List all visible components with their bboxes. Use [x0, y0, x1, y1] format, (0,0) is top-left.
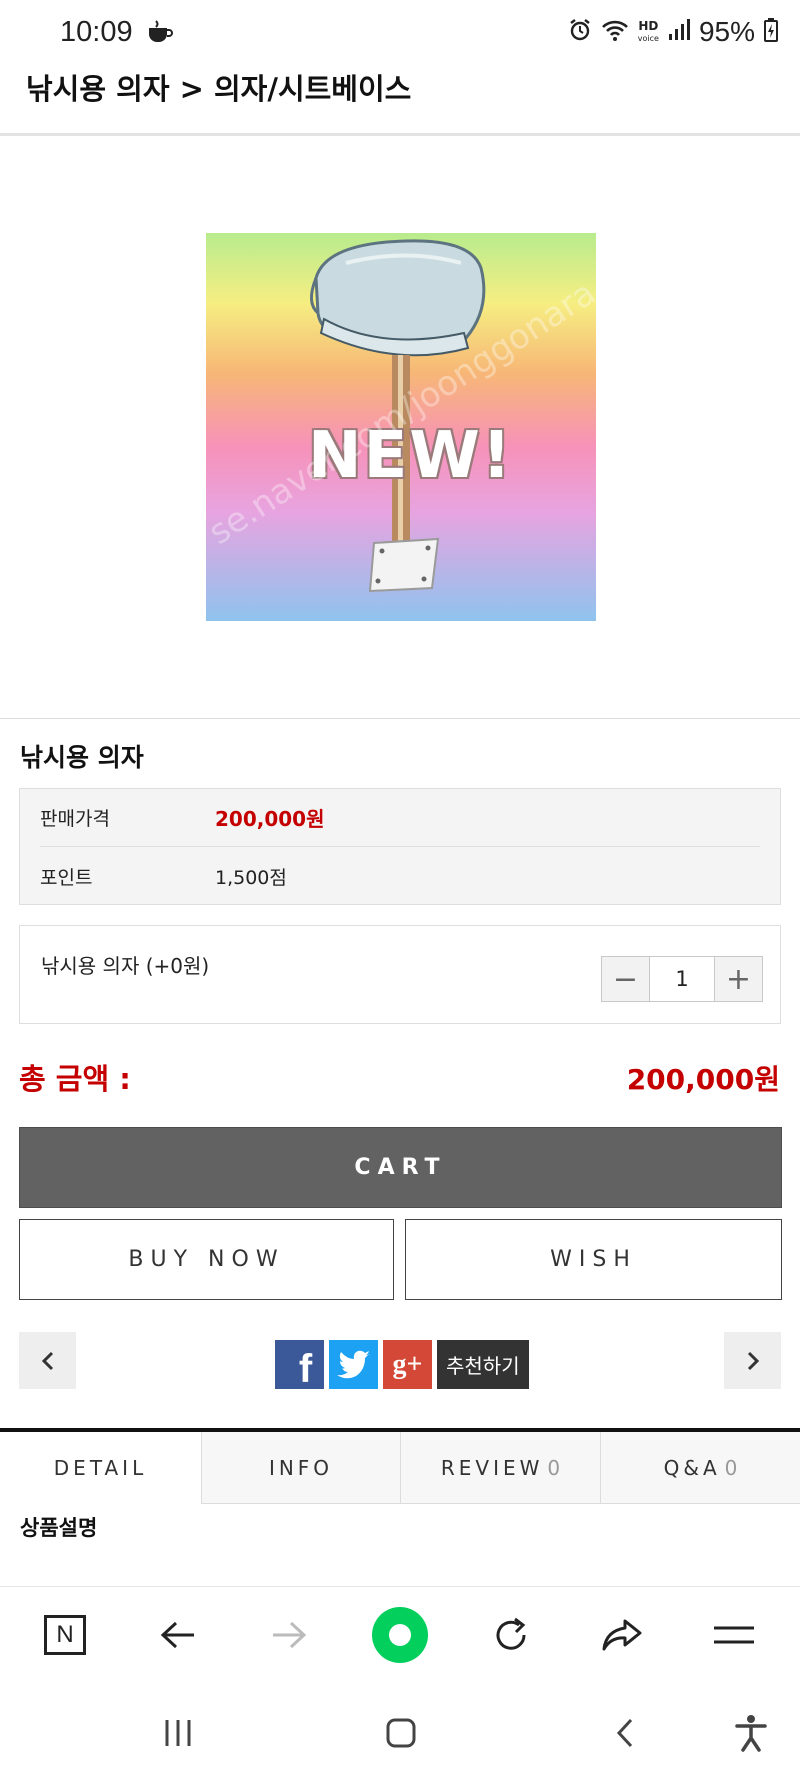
- quantity-stepper: − 1 +: [601, 956, 763, 1002]
- tab-count: 0: [724, 1455, 738, 1480]
- option-label: 낚시용 의자 (+0원): [41, 954, 210, 978]
- back-button[interactable]: [148, 1605, 208, 1665]
- status-time: 10:09: [60, 15, 133, 48]
- share-buttons: f g+ 추천하기: [275, 1340, 529, 1391]
- signal-icon: [668, 16, 690, 49]
- home-button[interactable]: [376, 1708, 426, 1758]
- share-arrow-icon: [602, 1619, 642, 1651]
- recent-apps-icon: [165, 1720, 191, 1746]
- naver-green-dot-button[interactable]: [370, 1605, 430, 1665]
- facebook-icon: f: [298, 1347, 313, 1391]
- product-name: 낚시용 의자: [20, 743, 144, 772]
- voice-label: voice: [637, 33, 659, 43]
- price-label: 판매가격: [40, 808, 110, 830]
- reload-button[interactable]: [481, 1605, 541, 1665]
- header-divider: [0, 133, 800, 136]
- tab-info[interactable]: INFO: [202, 1432, 401, 1504]
- price-row: 판매가격 200,000원: [40, 789, 760, 847]
- accessibility-button[interactable]: [726, 1708, 776, 1758]
- tab-detail[interactable]: DETAIL: [0, 1432, 202, 1504]
- recent-apps-button[interactable]: [153, 1708, 203, 1758]
- previous-product-button[interactable]: [19, 1332, 76, 1389]
- cart-button[interactable]: CART: [19, 1127, 782, 1208]
- forward-button[interactable]: [259, 1605, 319, 1665]
- coffee-cup-icon: [147, 20, 173, 44]
- tab-qna[interactable]: Q&A 0: [601, 1432, 800, 1504]
- green-dot-icon: [372, 1607, 428, 1663]
- system-navigation-bar: [0, 1690, 800, 1778]
- option-box: 낚시용 의자 (+0원) − 1 +: [19, 925, 781, 1024]
- tab-review[interactable]: REVIEW 0: [401, 1432, 601, 1504]
- chevron-left-icon: [41, 1351, 53, 1370]
- facebook-share-button[interactable]: f: [275, 1340, 324, 1391]
- point-row: 포인트 1,500점: [40, 847, 760, 905]
- arrow-left-icon: [160, 1621, 194, 1649]
- system-back-button[interactable]: [600, 1708, 650, 1758]
- chevron-right-icon: [747, 1351, 759, 1370]
- browser-toolbar: N: [0, 1586, 800, 1684]
- point-value: 1,500점: [215, 866, 287, 889]
- total-value: 200,000원: [626, 1063, 780, 1096]
- naver-n-letter: N: [56, 1621, 74, 1648]
- status-bar: 10:09 HD voice 95%: [0, 0, 800, 64]
- breadcrumb: 낚시용 의자 > 의자/시트베이스: [26, 72, 412, 106]
- tab-label: Q&A: [663, 1455, 721, 1480]
- status-icons: HD voice 95%: [568, 16, 778, 49]
- detail-tabs: DETAIL INFO REVIEW 0 Q&A 0: [0, 1432, 800, 1504]
- wifi-icon: [601, 16, 629, 49]
- hd-label: HD: [638, 18, 659, 33]
- next-product-button[interactable]: [724, 1332, 781, 1389]
- wish-button[interactable]: WISH: [405, 1219, 782, 1300]
- twitter-share-button[interactable]: [329, 1340, 378, 1389]
- buy-now-button[interactable]: BUY NOW: [19, 1219, 394, 1300]
- section-title: 상품설명: [20, 1516, 98, 1540]
- product-image[interactable]: NEW! se.naver.com/joonggonara: [206, 233, 596, 621]
- naver-n-icon: N: [44, 1615, 86, 1655]
- battery-charging-icon: [764, 16, 778, 49]
- home-square-icon: [386, 1718, 416, 1748]
- hd-voice-indicator: HD voice: [637, 18, 659, 44]
- quantity-input[interactable]: 1: [650, 956, 714, 1002]
- back-chevron-icon: [616, 1718, 633, 1748]
- quantity-minus-button[interactable]: −: [601, 956, 650, 1002]
- tab-count: 0: [547, 1455, 561, 1480]
- recommend-button[interactable]: 추천하기: [437, 1340, 529, 1389]
- google-plus-icon: g+: [392, 1348, 423, 1380]
- quantity-plus-button[interactable]: +: [714, 956, 763, 1002]
- google-plus-share-button[interactable]: g+: [383, 1340, 432, 1389]
- section-divider: [0, 718, 800, 719]
- tab-label: DETAIL: [53, 1456, 148, 1480]
- point-label: 포인트: [40, 866, 93, 889]
- naver-home-button[interactable]: N: [35, 1605, 95, 1665]
- total-label: 총 금액 :: [19, 1062, 131, 1096]
- twitter-bird-icon: [336, 1350, 370, 1378]
- tab-label: INFO: [268, 1455, 334, 1480]
- price-info-box: 판매가격 200,000원 포인트 1,500점: [19, 788, 781, 905]
- refresh-icon: [496, 1617, 526, 1650]
- price-value: 200,000원: [215, 807, 325, 831]
- tab-label: REVIEW: [440, 1455, 544, 1480]
- menu-button[interactable]: [704, 1605, 764, 1665]
- arrow-right-icon: [273, 1621, 307, 1649]
- accessibility-icon: [735, 1715, 767, 1752]
- alarm-icon: [568, 16, 592, 49]
- share-button[interactable]: [592, 1605, 652, 1665]
- battery-percent: 95%: [698, 16, 755, 47]
- hamburger-menu-icon: [714, 1626, 754, 1644]
